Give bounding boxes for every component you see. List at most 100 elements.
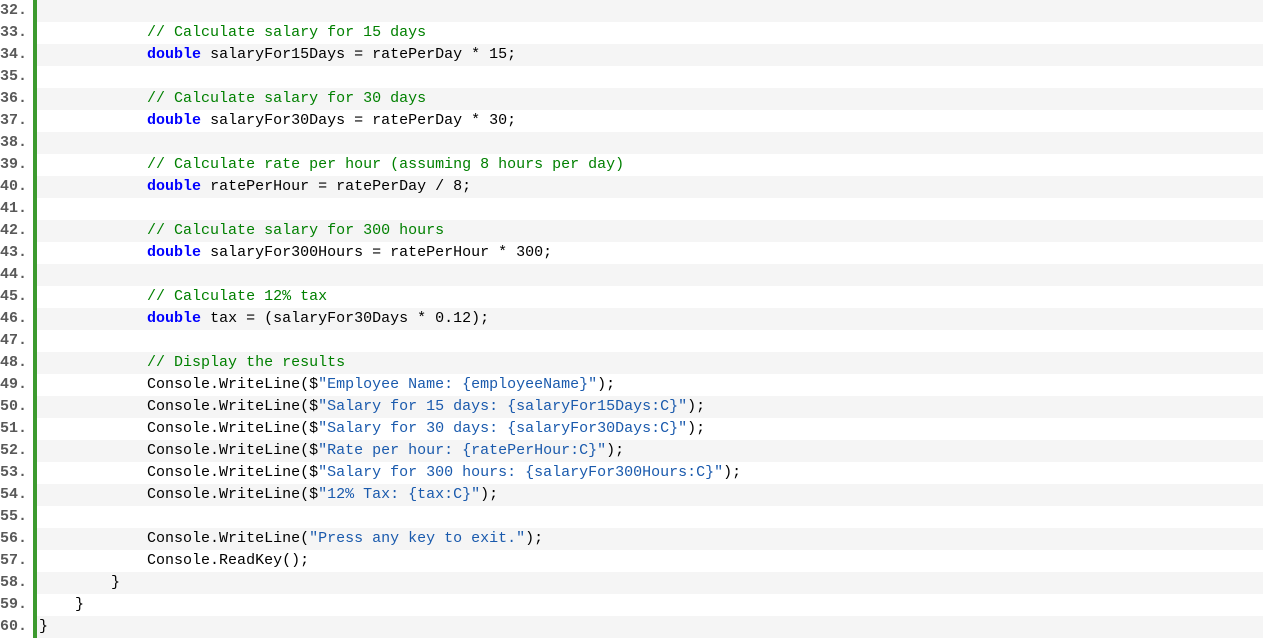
line-number: 46. — [0, 308, 33, 330]
line-number: 47. — [0, 330, 33, 352]
code-line[interactable]: double salaryFor15Days = ratePerDay * 15… — [37, 44, 1263, 66]
code-line[interactable] — [37, 0, 1263, 22]
token-plain: } — [39, 618, 48, 635]
code-line[interactable]: } — [37, 572, 1263, 594]
token-plain: ); — [525, 530, 543, 547]
line-number: 36. — [0, 88, 33, 110]
token-plain: ratePerHour = ratePerDay / 8; — [201, 178, 471, 195]
token-plain: Console.WriteLine($ — [147, 376, 318, 393]
line-number: 44. — [0, 264, 33, 286]
token-comment: // Calculate 12% tax — [147, 288, 327, 305]
line-number: 34. — [0, 44, 33, 66]
code-line[interactable]: Console.WriteLine("Press any key to exit… — [37, 528, 1263, 550]
line-number: 45. — [0, 286, 33, 308]
token-comment: // Calculate salary for 300 hours — [147, 222, 444, 239]
token-plain: Console.ReadKey(); — [147, 552, 309, 569]
token-plain: salaryFor30Days = ratePerDay * 30; — [201, 112, 516, 129]
token-plain: ); — [723, 464, 741, 481]
token-string: "12% Tax: {tax:C}" — [318, 486, 480, 503]
line-number: 43. — [0, 242, 33, 264]
line-number: 35. — [0, 66, 33, 88]
line-number: 48. — [0, 352, 33, 374]
code-line[interactable]: // Calculate salary for 15 days — [37, 22, 1263, 44]
token-plain: Console.WriteLine($ — [147, 464, 318, 481]
token-comment: // Calculate salary for 30 days — [147, 90, 426, 107]
line-number: 42. — [0, 220, 33, 242]
token-plain: tax = (salaryFor30Days * 0.12); — [201, 310, 489, 327]
line-number: 39. — [0, 154, 33, 176]
token-plain: ); — [687, 420, 705, 437]
line-number: 50. — [0, 396, 33, 418]
token-comment: // Calculate rate per hour (assuming 8 h… — [147, 156, 624, 173]
line-number: 33. — [0, 22, 33, 44]
code-area[interactable]: // Calculate salary for 15 days double s… — [37, 0, 1263, 638]
code-line[interactable]: Console.WriteLine($"Rate per hour: {rate… — [37, 440, 1263, 462]
token-plain: } — [111, 574, 120, 591]
code-line[interactable]: double salaryFor30Days = ratePerDay * 30… — [37, 110, 1263, 132]
line-number: 40. — [0, 176, 33, 198]
code-line[interactable]: Console.WriteLine($"Employee Name: {empl… — [37, 374, 1263, 396]
line-number: 59. — [0, 594, 33, 616]
token-plain: salaryFor300Hours = ratePerHour * 300; — [201, 244, 552, 261]
token-string: "Salary for 15 days: {salaryFor15Days:C}… — [318, 398, 687, 415]
token-comment: // Calculate salary for 15 days — [147, 24, 426, 41]
line-number: 49. — [0, 374, 33, 396]
code-line[interactable]: Console.WriteLine($"Salary for 30 days: … — [37, 418, 1263, 440]
line-number: 37. — [0, 110, 33, 132]
line-number: 53. — [0, 462, 33, 484]
token-string: "Press any key to exit." — [309, 530, 525, 547]
line-number: 32. — [0, 0, 33, 22]
code-line[interactable]: double tax = (salaryFor30Days * 0.12); — [37, 308, 1263, 330]
token-string: "Salary for 30 days: {salaryFor30Days:C}… — [318, 420, 687, 437]
line-number: 55. — [0, 506, 33, 528]
code-line[interactable] — [37, 66, 1263, 88]
token-plain: ); — [597, 376, 615, 393]
code-line[interactable]: Console.WriteLine($"Salary for 15 days: … — [37, 396, 1263, 418]
line-number: 58. — [0, 572, 33, 594]
token-keyword: double — [147, 310, 201, 327]
token-plain: Console.WriteLine( — [147, 530, 309, 547]
token-string: "Rate per hour: {ratePerHour:C}" — [318, 442, 606, 459]
code-line[interactable] — [37, 506, 1263, 528]
token-plain: Console.WriteLine($ — [147, 486, 318, 503]
line-number: 38. — [0, 132, 33, 154]
code-line[interactable]: // Calculate salary for 30 days — [37, 88, 1263, 110]
code-line[interactable]: double ratePerHour = ratePerDay / 8; — [37, 176, 1263, 198]
token-plain: salaryFor15Days = ratePerDay * 15; — [201, 46, 516, 63]
code-line[interactable]: } — [37, 594, 1263, 616]
line-number: 57. — [0, 550, 33, 572]
code-line[interactable]: // Display the results — [37, 352, 1263, 374]
token-plain: ); — [480, 486, 498, 503]
token-plain: Console.WriteLine($ — [147, 420, 318, 437]
code-line[interactable]: // Calculate rate per hour (assuming 8 h… — [37, 154, 1263, 176]
token-plain: ); — [687, 398, 705, 415]
code-line[interactable]: double salaryFor300Hours = ratePerHour *… — [37, 242, 1263, 264]
line-number: 54. — [0, 484, 33, 506]
token-comment: // Display the results — [147, 354, 345, 371]
line-number: 51. — [0, 418, 33, 440]
line-number: 56. — [0, 528, 33, 550]
token-plain: Console.WriteLine($ — [147, 442, 318, 459]
token-string: "Employee Name: {employeeName}" — [318, 376, 597, 393]
code-editor[interactable]: 32.33.34.35.36.37.38.39.40.41.42.43.44.4… — [0, 0, 1263, 638]
token-string: "Salary for 300 hours: {salaryFor300Hour… — [318, 464, 723, 481]
line-number: 52. — [0, 440, 33, 462]
code-line[interactable] — [37, 132, 1263, 154]
token-plain: } — [75, 596, 84, 613]
token-keyword: double — [147, 178, 201, 195]
token-keyword: double — [147, 112, 201, 129]
code-line[interactable] — [37, 198, 1263, 220]
token-keyword: double — [147, 46, 201, 63]
code-line[interactable]: // Calculate 12% tax — [37, 286, 1263, 308]
code-line[interactable]: // Calculate salary for 300 hours — [37, 220, 1263, 242]
code-line[interactable]: Console.WriteLine($"12% Tax: {tax:C}"); — [37, 484, 1263, 506]
line-number-gutter: 32.33.34.35.36.37.38.39.40.41.42.43.44.4… — [0, 0, 37, 638]
code-line[interactable]: Console.ReadKey(); — [37, 550, 1263, 572]
line-number: 41. — [0, 198, 33, 220]
token-plain: ); — [606, 442, 624, 459]
code-line[interactable] — [37, 264, 1263, 286]
code-line[interactable]: Console.WriteLine($"Salary for 300 hours… — [37, 462, 1263, 484]
token-keyword: double — [147, 244, 201, 261]
code-line[interactable] — [37, 330, 1263, 352]
token-plain: Console.WriteLine($ — [147, 398, 318, 415]
